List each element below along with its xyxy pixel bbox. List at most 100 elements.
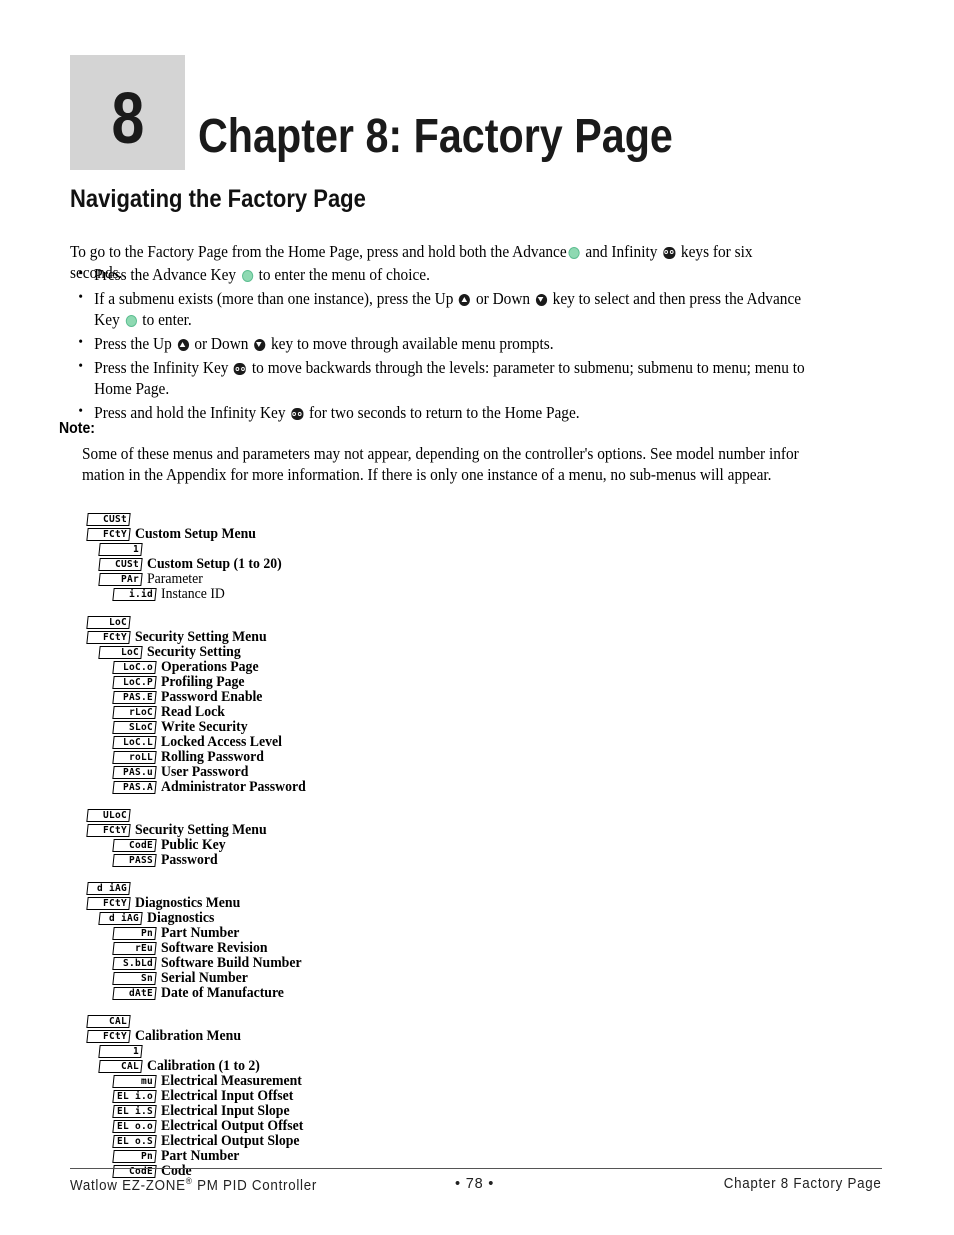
display-code-box: LoC [86,616,131,629]
menu-item-label: Software Revision [161,940,268,956]
display-code-box: 1 [98,1045,143,1058]
menu-row: Sn Serial Number [112,970,687,986]
list-item: If a submenu exists (more than one insta… [70,287,814,330]
menu-item-label: Public Key [161,837,226,853]
menu-row: SLoC Write Security [112,720,687,735]
display-code-text: i.id [128,588,153,600]
display-code-box: d iAG [98,912,143,925]
step-text-2a: If a submenu exists (more than one insta… [94,289,454,308]
chapter-header: 8 Chapter 8: Factory Page [70,55,890,175]
display-code-text: PAr [120,573,139,585]
up-icon [459,294,471,306]
footer-chapter-name: Chapter 8 Factory Page [724,1176,882,1192]
up-icon [177,339,189,351]
display-code-text: PAS.u [122,766,153,778]
step-text-3a: Press the Up [94,334,172,353]
menu-row: FCtY Diagnostics Menu [86,896,687,911]
menu-row: EL i.o Electrical Input Offset [112,1089,687,1104]
display-code-text: CUSt [102,513,127,525]
menu-row: EL i.S Electrical Input Slope [112,1104,687,1119]
menu-row: 1 [98,542,687,557]
display-code-box: d iAG [86,882,131,895]
menu-item-label: Software Build Number [161,955,302,971]
menu-row: Pn Part Number [112,925,687,941]
display-code-box: CAL [98,1060,143,1073]
display-code-text: Pn [140,927,153,939]
advance-icon [568,246,580,259]
display-code-box: EL o.o [112,1120,157,1133]
list-item: Press and hold the Infinity Key for two … [70,401,814,423]
menu-item-label: Profiling Page [161,674,245,690]
display-code-text: ULoC [102,809,127,821]
display-code-text: EL i.o [116,1090,153,1102]
menu-row: rEu Software Revision [112,940,687,956]
display-code-text: 1 [132,1045,139,1057]
menu-row: CAL [86,1014,687,1029]
infinity-icon [234,363,247,375]
display-code-box: LoC [98,646,143,659]
menu-row: PAr Parameter [98,571,687,587]
menu-row: FCtY Custom Setup Menu [86,526,687,542]
display-code-text: roLL [128,751,153,763]
menu-item-label: Read Lock [161,704,225,720]
display-code-box: FCtY [86,1030,131,1043]
display-code-box: PASS [112,854,157,867]
factory-page-menu-tree: CUSt FCtY Custom Setup Menu 1 CUSt Custom Set… [86,512,687,1192]
menu-item-label: Security Setting Menu [135,629,267,645]
display-code-text: PAS.A [122,781,153,793]
menu-row: CAL Calibration (1 to 2) [98,1058,687,1074]
display-code-box: dAtE [112,987,157,1000]
footer-product-rest: PM PID Controller [192,1177,318,1194]
menu-row: EL o.o Electrical Output Offset [112,1119,687,1134]
menu-row: EL o.S Electrical Output Slope [112,1134,687,1149]
display-code-box: rLoC [112,706,157,719]
display-code-text: 1 [132,543,139,555]
infinity-icon [291,408,304,420]
menu-row: S.bLd Software Build Number [112,955,687,971]
document-page: 8 Chapter 8: Factory Page Navigating the… [0,0,954,1235]
display-code-box: LoC.P [112,676,157,689]
list-item: Press the Infinity Key to move backwards… [70,356,814,399]
menu-item-label: Password Enable [161,689,263,705]
page-footer: Watlow EZ-ZONE® PM PID Controller • 78 •… [70,1176,882,1198]
infinity-icon [663,246,676,259]
menu-item-label: User Password [161,764,249,780]
display-code-box: FCtY [86,824,131,837]
menu-row: LoC.P Profiling Page [112,674,687,690]
menu-row: LoC.o Operations Page [112,660,687,675]
intro-text-part-2: and Infinity [585,241,658,261]
menu-item-label: Calibration (1 to 2) [147,1058,260,1074]
note-heading: Note: [59,420,95,437]
step-text-5a: Press and hold the Infinity Key [94,403,286,422]
menu-row: roLL Rolling Password [112,750,687,765]
menu-row: CUSt [86,512,687,527]
display-code-text: SLoC [128,721,153,733]
chapter-number-box: 8 [70,55,185,170]
menu-item-label: Diagnostics [147,910,215,926]
display-code-box: FCtY [86,897,131,910]
menu-row: LoC [86,615,687,630]
menu-item-label: Part Number [161,1148,240,1164]
display-code-text: FCtY [102,528,127,540]
menu-item-label: Parameter [147,571,203,587]
menu-row: LoC Security Setting [98,645,687,660]
footer-product-name: Watlow EZ-ZONE® PM PID Controller [70,1176,317,1194]
menu-row: FCtY Calibration Menu [86,1029,687,1044]
display-code-text: EL o.o [116,1120,153,1132]
menu-item-label: Part Number [161,925,240,941]
menu-row: PAS.E Password Enable [112,689,687,705]
menu-item-label: Serial Number [161,970,248,986]
display-code-box: EL i.o [112,1090,157,1103]
menu-row: FCtY Security Setting Menu [86,823,687,838]
display-code-text: LoC [120,646,139,658]
display-code-box: SLoC [112,721,157,734]
step-text-3b: or Down [194,334,249,353]
menu-row: LoC.L Locked Access Level [112,735,687,750]
display-code-box: EL o.S [112,1135,157,1148]
footer-product-main: Watlow EZ-ZONE [70,1177,186,1194]
display-code-box: Pn [112,1150,157,1163]
menu-item-label: Password [161,852,218,868]
display-code-text: CAL [108,1015,127,1027]
menu-item-label: Custom Setup Menu [135,526,256,542]
display-code-box: S.bLd [112,957,157,970]
